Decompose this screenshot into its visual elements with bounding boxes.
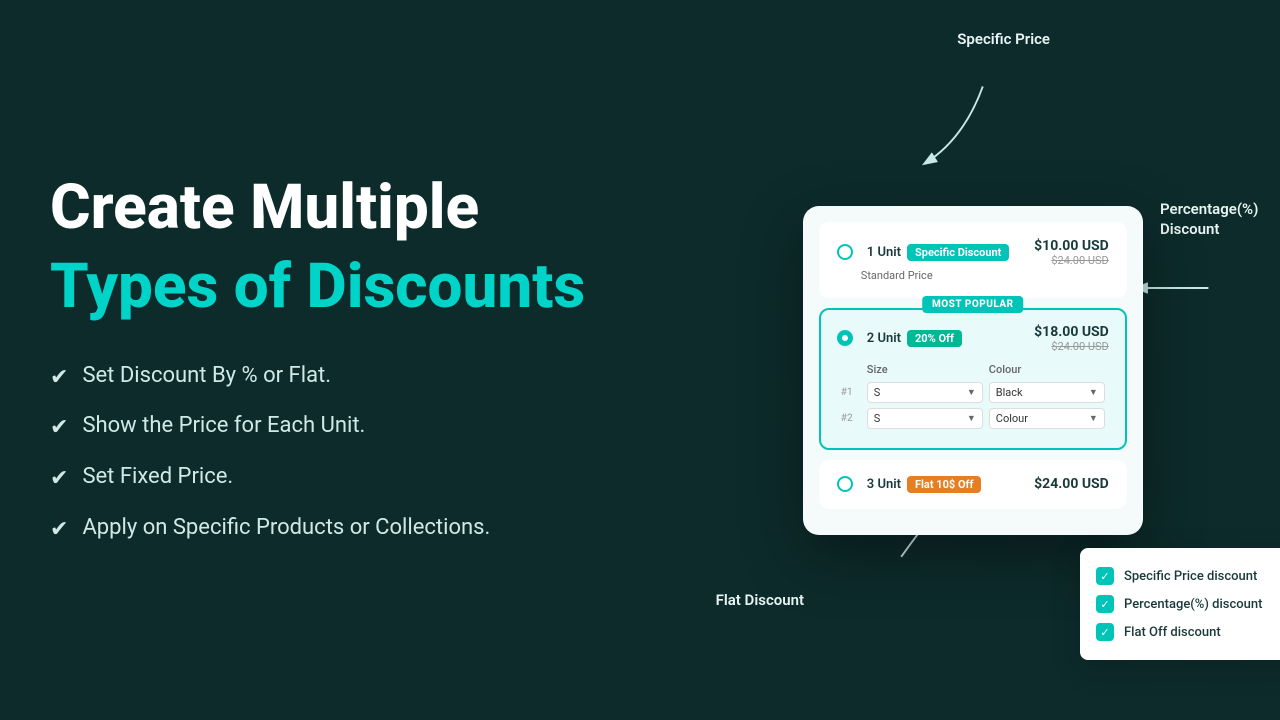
tier-1-badge: Specific Discount [907, 244, 1009, 261]
feature-text-3: Set Fixed Price. [82, 462, 233, 493]
tooltip-item-1: ✓ Specific Price discount [1096, 562, 1280, 590]
variant-colour-1-select[interactable]: Black▼ [989, 382, 1105, 403]
tier-3-badge: Flat 10$ Off [907, 476, 981, 493]
variant-row-1: #1 S▼ Black▼ [841, 382, 1105, 403]
tier-radio-3[interactable] [837, 476, 853, 492]
hero-title-line2: Types of Discounts [50, 250, 616, 324]
variant-row-2: #2 S▼ Colour▼ [841, 408, 1105, 429]
variant-size-2-select[interactable]: S▼ [867, 408, 983, 429]
tier-2-unit-label: 2 Unit [867, 331, 901, 346]
tier-radio-1[interactable] [837, 244, 853, 260]
variant-num-1: #1 [841, 387, 861, 398]
tier-2-wrapper: MOST POPULAR 2 Unit 20% Off $18.00 USD $… [819, 308, 1127, 450]
feature-item-2: ✔ Show the Price for Each Unit. [50, 411, 616, 444]
check-icon-2: ✓ [1096, 595, 1114, 613]
tier-3-unit-label: 3 Unit [867, 477, 901, 492]
most-popular-badge: MOST POPULAR [922, 296, 1024, 313]
tier-row-3[interactable]: 3 Unit Flat 10$ Off $24.00 USD [819, 460, 1127, 509]
tooltip-item-3: ✓ Flat Off discount [1096, 618, 1280, 646]
check-icon-1: ✓ [1096, 567, 1114, 585]
variant-area: Size Colour #1 S▼ Black▼ [837, 363, 1109, 434]
variant-colour-2-select[interactable]: Colour▼ [989, 408, 1105, 429]
tier-radio-2[interactable] [837, 330, 853, 346]
tooltip-item-2: ✓ Percentage(%) discount [1096, 590, 1280, 618]
tooltip-label-1: Specific Price discount [1124, 569, 1257, 584]
tier-1-standard-label: Standard Price [861, 269, 1109, 282]
tier-row-1[interactable]: 1 Unit Specific Discount $10.00 USD $24.… [819, 222, 1127, 298]
tier-2-price: $18.00 USD $24.00 USD [1034, 324, 1109, 353]
tier-3-price: $24.00 USD [1034, 476, 1109, 492]
tier-1-price: $10.00 USD $24.00 USD [1034, 238, 1109, 267]
tier-2-badge: 20% Off [907, 330, 962, 347]
feature-text-2: Show the Price for Each Unit. [82, 411, 365, 442]
annotation-percentage-discount: Percentage(%)Discount [1160, 200, 1280, 239]
feature-text-1: Set Discount By % or Flat. [82, 361, 331, 392]
variant-size-1-select[interactable]: S▼ [867, 382, 983, 403]
check-icon-3: ✓ [1096, 623, 1114, 641]
feature-item-3: ✔ Set Fixed Price. [50, 462, 616, 495]
variant-header: Size Colour [841, 363, 1105, 376]
check-circle-icon-1: ✔ [50, 363, 68, 394]
tier-1-unit-label: 1 Unit [867, 245, 901, 260]
check-circle-icon-3: ✔ [50, 464, 68, 495]
discount-types-tooltip: ✓ Specific Price discount ✓ Percentage(%… [1080, 548, 1280, 660]
hero-title-line1: Create Multiple [50, 174, 616, 242]
feature-item-1: ✔ Set Discount By % or Flat. [50, 361, 616, 394]
check-circle-icon-4: ✔ [50, 515, 68, 546]
feature-item-4: ✔ Apply on Specific Products or Collecti… [50, 513, 616, 546]
discount-tiers-card: 1 Unit Specific Discount $10.00 USD $24.… [803, 206, 1143, 535]
check-circle-icon-2: ✔ [50, 413, 68, 444]
tooltip-label-3: Flat Off discount [1124, 625, 1221, 640]
feature-text-4: Apply on Specific Products or Collection… [82, 513, 490, 544]
variant-num-2: #2 [841, 413, 861, 424]
annotation-specific-price: Specific Price [957, 30, 1050, 50]
tooltip-label-2: Percentage(%) discount [1124, 597, 1262, 612]
tier-row-2[interactable]: MOST POPULAR 2 Unit 20% Off $18.00 USD $… [819, 308, 1127, 450]
feature-list: ✔ Set Discount By % or Flat. ✔ Show the … [50, 361, 616, 546]
annotation-flat-discount: Flat Discount [716, 591, 804, 611]
